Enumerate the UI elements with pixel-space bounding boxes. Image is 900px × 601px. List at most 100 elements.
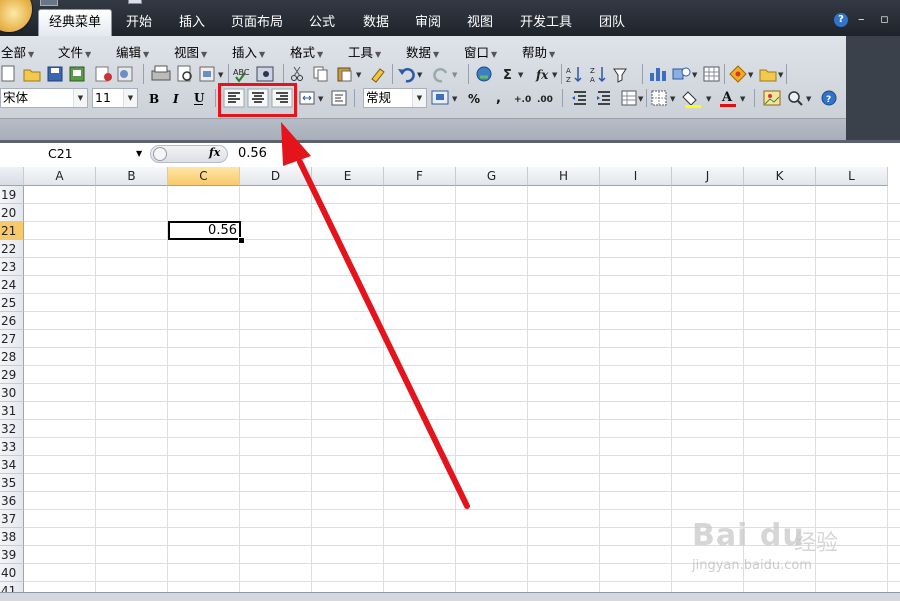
mail-icon[interactable] [95, 66, 112, 82]
row-header-21[interactable]: 21 [0, 222, 24, 240]
underline-button[interactable]: U [194, 91, 205, 105]
permission-icon[interactable] [69, 66, 85, 82]
tab-data[interactable]: 数据 [354, 10, 398, 36]
name-box[interactable]: C21 ▼ [0, 145, 148, 163]
grid-table-icon[interactable] [703, 66, 720, 82]
diamond-icon[interactable] [729, 65, 747, 83]
quick-access-customize-icon[interactable] [128, 0, 142, 4]
print-icon[interactable] [151, 65, 171, 81]
folder-open-icon[interactable] [759, 69, 777, 82]
column-header-h[interactable]: H [528, 167, 600, 186]
help-circle-icon[interactable]: ? [821, 90, 837, 106]
row-header-32[interactable]: 32 [0, 420, 24, 438]
cut-icon[interactable] [291, 66, 303, 81]
row-header-39[interactable]: 39 [0, 546, 24, 564]
merge-center-button[interactable] [299, 91, 315, 105]
research-book-icon[interactable] [256, 66, 274, 82]
shapes-icon[interactable] [672, 67, 691, 80]
fill-handle[interactable] [238, 237, 245, 244]
tab-formulas[interactable]: 公式 [300, 10, 344, 36]
percent-button[interactable]: % [468, 92, 480, 106]
menu-data[interactable]: 数据 ▼ [406, 42, 439, 60]
insert-function-icon[interactable]: fx [535, 68, 549, 82]
accounting-format-icon[interactable] [431, 90, 449, 105]
bold-button[interactable]: B [144, 89, 162, 107]
row-header-20[interactable]: 20 [0, 204, 24, 222]
number-format-select[interactable]: 常规 ▼ [363, 88, 427, 108]
row-header-31[interactable]: 31 [0, 402, 24, 420]
redo-icon[interactable] [433, 68, 448, 83]
cell-styles-icon[interactable] [621, 90, 637, 106]
menu-format[interactable]: 格式 ▼ [290, 42, 323, 60]
spelling-icon[interactable]: ABC [233, 68, 250, 83]
paste-icon[interactable] [337, 67, 352, 82]
column-header-g[interactable]: G [456, 167, 528, 186]
row-header-33[interactable]: 33 [0, 438, 24, 456]
chart-icon[interactable] [650, 68, 666, 81]
font-name-select[interactable]: 宋体 ▼ [0, 88, 88, 108]
column-header-d[interactable]: D [240, 167, 312, 186]
italic-button[interactable]: I [172, 92, 179, 106]
active-cell[interactable]: 0.56 [168, 221, 241, 240]
quick-access-save-icon[interactable] [40, 0, 58, 6]
column-header-k[interactable]: K [744, 167, 816, 186]
print-preview-icon[interactable] [177, 65, 192, 82]
row-header-25[interactable]: 25 [0, 294, 24, 312]
row-header-26[interactable]: 26 [0, 312, 24, 330]
hyperlink-icon[interactable] [476, 66, 492, 82]
row-header-27[interactable]: 27 [0, 330, 24, 348]
font-size-select[interactable]: 11 ▼ [92, 88, 138, 108]
decrease-indent-button[interactable] [572, 91, 586, 105]
font-color-icon[interactable]: A [720, 90, 736, 107]
column-header-b[interactable]: B [96, 167, 168, 186]
tab-view[interactable]: 视图 [458, 10, 502, 36]
tab-classic-menu[interactable]: 经典菜单 [38, 9, 112, 37]
copy-icon[interactable] [313, 66, 328, 82]
row-header-28[interactable]: 28 [0, 348, 24, 366]
row-header-29[interactable]: 29 [0, 366, 24, 384]
open-folder-icon[interactable] [23, 69, 41, 82]
tab-home[interactable]: 开始 [116, 10, 162, 36]
sort-descending-icon[interactable]: ZA [590, 67, 606, 84]
picture-icon[interactable] [763, 90, 781, 106]
tab-review[interactable]: 审阅 [406, 10, 450, 36]
new-file-icon[interactable] [1, 65, 15, 82]
filter-icon[interactable] [613, 68, 627, 83]
increase-decimal-button[interactable]: +.0 [514, 95, 531, 105]
find-icon[interactable] [788, 91, 803, 106]
chevron-down-icon[interactable]: ▼ [123, 89, 137, 107]
format-painter-icon[interactable] [371, 68, 385, 83]
tab-insert[interactable]: 插入 [170, 10, 214, 36]
column-header-e[interactable]: E [312, 167, 384, 186]
row-header-19[interactable]: 19 [0, 186, 24, 204]
autosum-icon[interactable]: Σ [503, 68, 512, 83]
research-icon[interactable] [117, 66, 133, 82]
row-header-30[interactable]: 30 [0, 384, 24, 402]
tab-page-layout[interactable]: 页面布局 [224, 10, 290, 36]
borders-icon[interactable] [651, 90, 667, 106]
minimize-icon[interactable]: – [858, 12, 865, 27]
column-header-i[interactable]: I [600, 167, 672, 186]
column-header-f[interactable]: F [384, 167, 456, 186]
menu-edit[interactable]: 编辑 ▼ [116, 42, 149, 60]
column-header-j[interactable]: J [672, 167, 744, 186]
row-header-23[interactable]: 23 [0, 258, 24, 276]
tab-team[interactable]: 团队 [590, 10, 634, 36]
menu-view[interactable]: 视图 ▼ [174, 42, 207, 60]
save-icon[interactable] [47, 66, 63, 82]
row-header-34[interactable]: 34 [0, 456, 24, 474]
comma-button[interactable]: , [496, 91, 501, 106]
menu-window[interactable]: 窗口 ▼ [464, 42, 497, 60]
increase-indent-button[interactable] [597, 91, 610, 105]
fill-color-icon[interactable] [682, 91, 701, 108]
row-header-35[interactable]: 35 [0, 474, 24, 492]
row-header-40[interactable]: 40 [0, 564, 24, 582]
formula-input[interactable]: 0.56 [238, 146, 267, 161]
row-header-24[interactable]: 24 [0, 276, 24, 294]
column-header-a[interactable]: A [24, 167, 96, 186]
select-all-corner[interactable] [0, 167, 24, 186]
row-header-37[interactable]: 37 [0, 510, 24, 528]
restore-icon[interactable]: ▫ [880, 12, 889, 27]
chevron-down-icon[interactable]: ▼ [136, 145, 142, 163]
row-header-22[interactable]: 22 [0, 240, 24, 258]
